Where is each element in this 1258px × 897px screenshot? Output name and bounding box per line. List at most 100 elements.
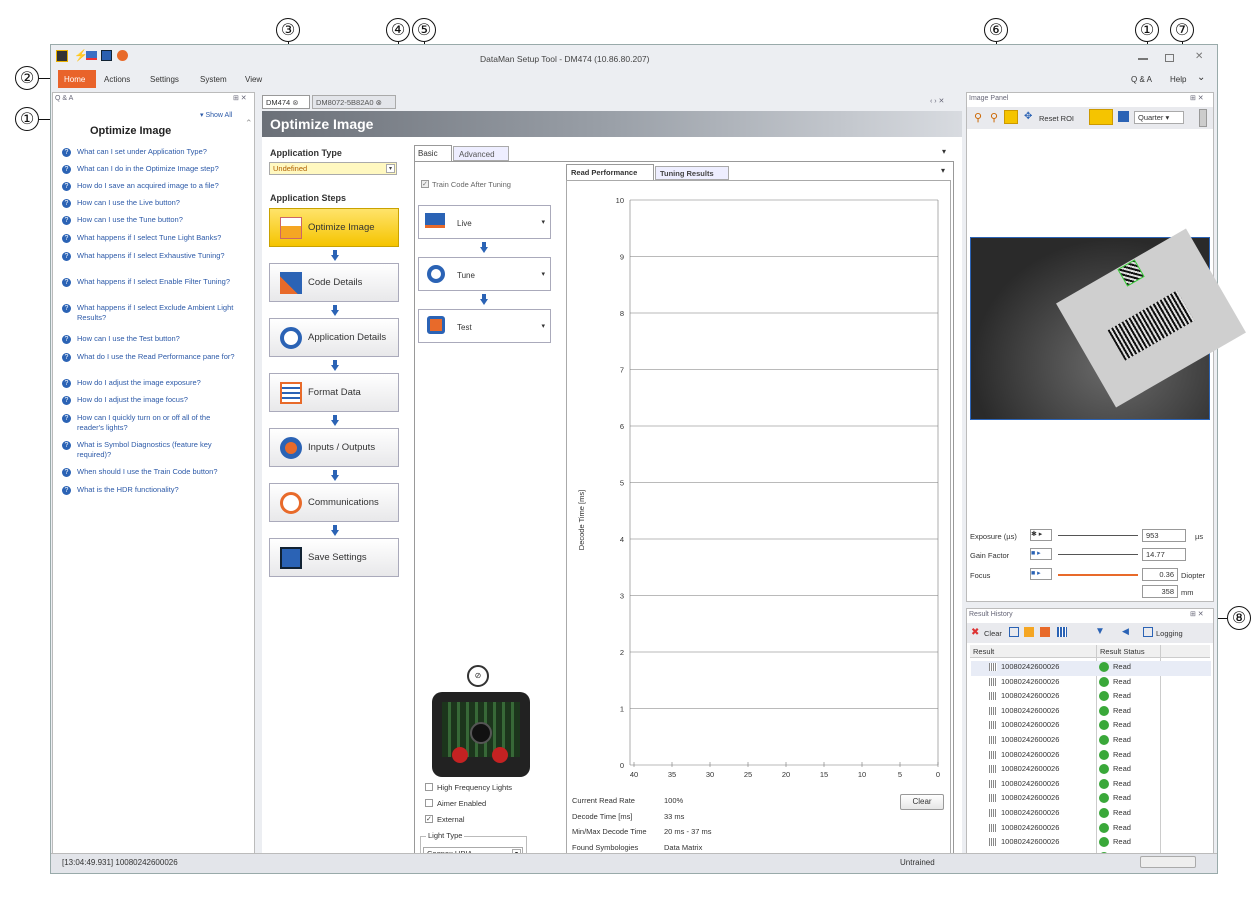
qa-question-link[interactable]: ? What happens if I select Enable Filter …	[62, 277, 237, 287]
gain-slider[interactable]	[1058, 554, 1138, 555]
image-icon[interactable]	[1040, 627, 1050, 637]
chevron-down-icon[interactable]: ⌄	[1197, 72, 1205, 83]
gain-value[interactable]: 14.77	[1142, 548, 1186, 561]
focus-value[interactable]: 0.36	[1142, 568, 1178, 581]
result-row[interactable]: 10080242600026 Read	[971, 749, 1211, 764]
result-row[interactable]: 10080242600026 Read	[971, 792, 1211, 807]
col-result[interactable]: Result	[973, 647, 994, 656]
close-tab-icon[interactable]: ⊗	[376, 98, 382, 107]
tab-settings[interactable]: Settings	[150, 75, 179, 84]
focus-slider[interactable]	[1058, 574, 1138, 576]
result-row[interactable]: 10080242600026 Read	[971, 807, 1211, 822]
step-optimize-image[interactable]: Optimize Image	[269, 208, 399, 247]
tab-system[interactable]: System	[200, 75, 227, 84]
reset-roi-button[interactable]: Reset ROI	[1039, 114, 1074, 123]
logging-icon[interactable]	[1143, 627, 1153, 637]
step-inputs-outputs[interactable]: Inputs / Outputs	[269, 428, 399, 467]
high-freq-checkbox[interactable]	[425, 783, 433, 791]
gain-auto-icon[interactable]: ■ ▸	[1030, 548, 1052, 560]
col-result-status[interactable]: Result Status	[1100, 647, 1145, 656]
save-icon[interactable]	[101, 50, 112, 61]
filter-icon[interactable]: ▼	[1095, 626, 1105, 637]
step-communications[interactable]: Communications	[269, 483, 399, 522]
monitor-icon[interactable]	[86, 51, 97, 60]
doc-tab-dm8072[interactable]: DM8072-5B82A0 ⊗	[312, 95, 396, 109]
qa-button[interactable]: Q & A	[1131, 75, 1152, 84]
result-row[interactable]: 10080242600026 Read	[971, 719, 1211, 734]
app-type-select[interactable]: Undefined ▾	[269, 162, 397, 175]
qa-question-link[interactable]: ? What can I do in the Optimize Image ste…	[62, 164, 237, 174]
qa-question-link[interactable]: ? How can I use the Live button?	[62, 198, 237, 208]
qa-question-link[interactable]: ? What do I use the Read Performance pane…	[62, 352, 237, 362]
pin-icon[interactable]: ⊞ ✕	[1190, 610, 1204, 618]
qa-question-link[interactable]: ? What is Symbol Diagnostics (feature key…	[62, 440, 237, 460]
minimize-icon[interactable]	[1138, 58, 1148, 60]
focus-auto-icon[interactable]: ■ ▸	[1030, 568, 1052, 580]
live-button[interactable]: Live ▾	[418, 205, 551, 239]
export-icon[interactable]	[1024, 627, 1034, 637]
pin-icon[interactable]: ⊞ ✕	[233, 94, 247, 102]
qa-question-link[interactable]: ? What can I set under Application Type?	[62, 147, 237, 157]
reset-icon[interactable]	[117, 50, 128, 61]
display-mode-icon[interactable]	[1089, 109, 1113, 125]
exposure-auto-icon[interactable]: ✱ ▸	[1030, 529, 1052, 541]
result-row[interactable]: 10080242600026 Read	[971, 763, 1211, 778]
chevron-down-icon[interactable]: ▾	[941, 166, 945, 175]
qa-scroll-up[interactable]: ⌃	[245, 118, 253, 129]
show-all-link[interactable]: ▾ Show All	[200, 111, 232, 119]
qa-question-link[interactable]: ? How can I quickly turn on or off all of…	[62, 413, 237, 433]
doc-nav-icons[interactable]: ‹ › ✕	[930, 97, 944, 105]
doc-tab-dm474[interactable]: DM474 ⊗	[262, 95, 310, 109]
tab-view[interactable]: View	[245, 75, 262, 84]
scroll-handle[interactable]	[1199, 109, 1207, 127]
maximize-icon[interactable]	[1165, 54, 1174, 62]
tab-tuning-results[interactable]: Tuning Results	[655, 166, 729, 180]
zoom-in-icon[interactable]: ⚲	[974, 111, 982, 124]
result-row[interactable]: 10080242600026 Read	[971, 690, 1211, 705]
clear-results-button[interactable]: Clear	[984, 629, 1002, 638]
pin-icon[interactable]: ⊞ ✕	[1190, 94, 1204, 102]
qa-question-link[interactable]: ? What happens if I select Exhaustive Tun…	[62, 251, 237, 261]
tune-button[interactable]: Tune ▾	[418, 257, 551, 291]
close-tab-icon[interactable]: ⊗	[292, 98, 298, 107]
qa-question-link[interactable]: ? How do I adjust the image focus?	[62, 395, 237, 405]
fit-icon[interactable]	[1004, 110, 1018, 124]
qa-question-link[interactable]: ? How can I use the Test button?	[62, 334, 237, 344]
result-row[interactable]: 10080242600026 Read	[971, 676, 1211, 691]
tab-home-label[interactable]: Home	[64, 75, 85, 84]
exposure-value[interactable]: 953	[1142, 529, 1186, 542]
focus-mm-value[interactable]: 358	[1142, 585, 1178, 598]
result-row[interactable]: 10080242600026 Read	[971, 705, 1211, 720]
chevron-down-icon[interactable]: ▾	[942, 147, 946, 156]
result-row[interactable]: 10080242600026 Read	[971, 778, 1211, 793]
test-button[interactable]: Test ▾	[418, 309, 551, 343]
result-row[interactable]: 10080242600026 Read	[971, 836, 1211, 851]
help-button[interactable]: Help	[1170, 75, 1186, 84]
qa-question-link[interactable]: ? How can I use the Tune button?	[62, 215, 237, 225]
step-application-details[interactable]: Application Details	[269, 318, 399, 357]
aimer-checkbox[interactable]	[425, 799, 433, 807]
step-format-data[interactable]: Format Data	[269, 373, 399, 412]
image-settings-icon[interactable]	[1118, 111, 1129, 122]
tab-actions[interactable]: Actions	[104, 75, 130, 84]
result-row[interactable]: 10080242600026 Read	[971, 734, 1211, 749]
result-row[interactable]: 10080242600026 Read	[971, 822, 1211, 837]
zoom-select[interactable]: Quarter ▾	[1134, 111, 1184, 124]
external-checkbox[interactable]: ✓	[425, 815, 433, 823]
columns-icon[interactable]	[1057, 627, 1067, 637]
tab-basic[interactable]: Basic	[414, 145, 452, 161]
qa-question-link[interactable]: ? What happens if I select Tune Light Ban…	[62, 233, 237, 243]
qa-question-link[interactable]: ? How do I save an acquired image to a fi…	[62, 181, 237, 191]
pause-icon[interactable]	[1009, 627, 1019, 637]
train-code-checkbox[interactable]: ✓	[421, 180, 429, 188]
clear-icon[interactable]: ✖	[971, 627, 979, 638]
roi-icon[interactable]: ✥	[1024, 111, 1032, 122]
tab-advanced[interactable]: Advanced	[453, 146, 509, 161]
zoom-out-icon[interactable]: ⚲	[990, 111, 998, 124]
sound-icon[interactable]: ◀	[1122, 626, 1129, 637]
qa-question-link[interactable]: ? When should I use the Train Code button…	[62, 467, 237, 477]
logging-button[interactable]: Logging	[1156, 629, 1183, 638]
step-code-details[interactable]: Code Details	[269, 263, 399, 302]
qa-question-link[interactable]: ? How do I adjust the image exposure?	[62, 378, 237, 388]
app-icon[interactable]	[56, 50, 68, 62]
